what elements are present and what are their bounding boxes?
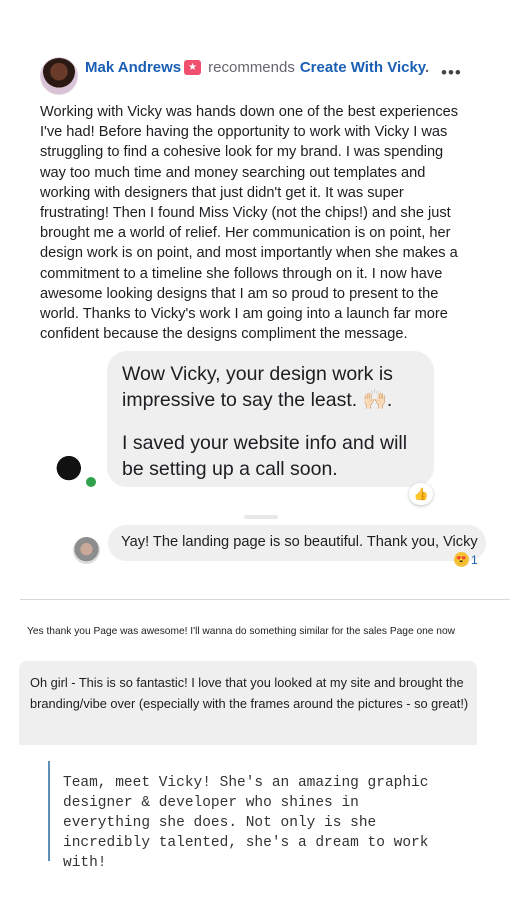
message-bubble: Yay! The landing page is so beautiful. T… — [108, 525, 486, 561]
message-bubble: Wow Vicky, your design work is impressiv… — [107, 351, 434, 487]
reviewer-avatar[interactable] — [40, 57, 78, 95]
reaction-count: 1 — [471, 552, 478, 567]
quote-bar — [48, 761, 50, 861]
message-text: I saved your website info and will be se… — [122, 432, 408, 480]
section-divider — [20, 599, 510, 600]
page-name-link[interactable]: Create With Vicky. — [300, 59, 429, 76]
message-card: Oh girl - This is so fantastic! I love t… — [19, 661, 477, 745]
recommend-icon: ★ — [184, 60, 202, 75]
message-text: Oh girl - This is so fantastic! I love t… — [30, 675, 469, 711]
sender-avatar[interactable] — [73, 537, 100, 564]
heart-eyes-reaction[interactable]: 😍 1 — [454, 552, 478, 567]
review-text: Working with Vicky was hands down one of… — [40, 104, 459, 343]
message-text: Yes thank you Page was awesome! I'll wan… — [27, 626, 455, 637]
more-options-icon[interactable]: ••• — [441, 63, 462, 83]
testimonial-quote: Team, meet Vicky! She's an amazing graph… — [63, 775, 429, 871]
recommends-label: recommends — [208, 59, 295, 76]
reviewer-name-link[interactable]: Mak Andrews — [85, 59, 181, 76]
online-status-dot — [84, 475, 98, 489]
divider-handle — [244, 515, 278, 519]
heart-eyes-icon: 😍 — [454, 552, 469, 567]
message-text: Wow Vicky, your design work is impressiv… — [122, 363, 393, 411]
thumbs-up-reaction[interactable]: 👍 — [409, 483, 433, 505]
review-header: Mak Andrews ★ recommends Create With Vic… — [85, 59, 429, 76]
message-text: Yay! The landing page is so beautiful. T… — [121, 534, 478, 550]
